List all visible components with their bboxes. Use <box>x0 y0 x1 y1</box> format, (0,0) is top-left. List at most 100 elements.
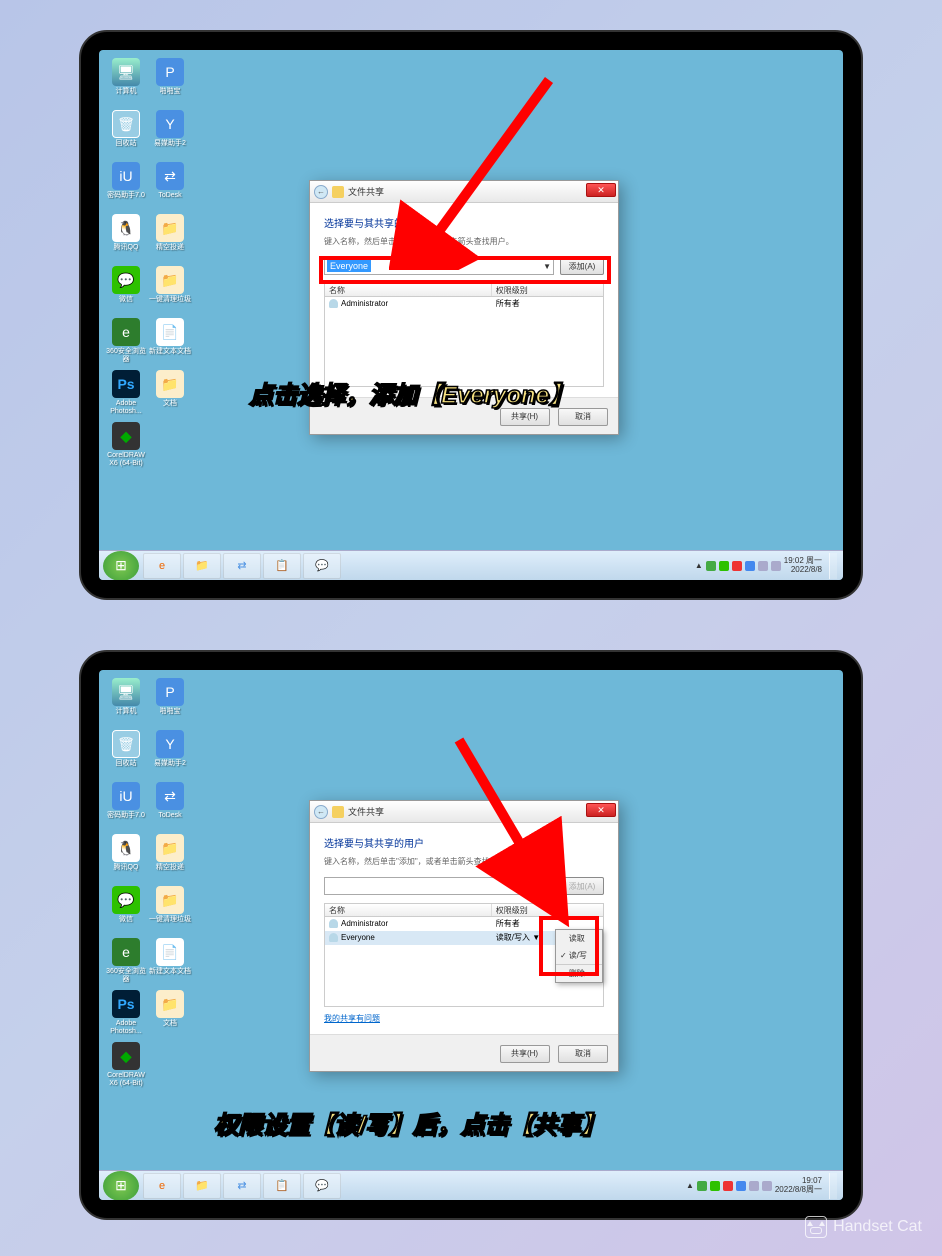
dialog-subtext: 键入名称，然后单击"添加"，或者单击箭头查找用户。 <box>324 856 604 867</box>
clock[interactable]: 19:07 2022/8/8周一 <box>775 1177 822 1195</box>
desktop-icon-docs[interactable]: 📁 文档 <box>149 370 191 420</box>
desktop-icon-mima[interactable]: iU密码助手7.0 <box>105 162 147 212</box>
task-item[interactable]: 📁 <box>183 553 221 579</box>
task-item[interactable]: e <box>143 553 181 579</box>
back-icon[interactable]: ← <box>314 185 328 199</box>
desktop-icon-todesk[interactable]: ⇄ToDesk <box>149 782 191 832</box>
desktop-icon-mima[interactable]: iU密码助手7.0 <box>105 782 147 832</box>
tray-icon[interactable] <box>697 1181 707 1191</box>
desktop-icon-computer[interactable]: 🖥计算机 <box>105 678 147 728</box>
desktop-icon-recycle[interactable]: 🗑回收站 <box>105 110 147 160</box>
icon-label: 文档 <box>149 400 191 408</box>
start-button[interactable]: ⊞ <box>103 551 139 581</box>
table-row[interactable]: Administrator 所有者 <box>325 297 603 311</box>
trouble-link[interactable]: 我的共享有问题 <box>324 1013 604 1024</box>
task-item[interactable]: e <box>143 1173 181 1199</box>
icon-label: 新建文本文档 <box>149 968 191 976</box>
tray-icon[interactable] <box>745 561 755 571</box>
docs-icon: 📁 <box>156 370 184 398</box>
desktop-icon-yijian[interactable]: 📁一键清理垃圾 <box>149 266 191 316</box>
icon-label: 回收站 <box>105 760 147 768</box>
task-item[interactable]: 💬 <box>303 553 341 579</box>
desktop-icon-yimei[interactable]: Y易媒助手2 <box>149 110 191 160</box>
icon-label: CorelDRAW X6 (64-Bit) <box>105 1072 147 1087</box>
tray-expand-icon[interactable]: ▲ <box>695 561 703 570</box>
close-button[interactable]: ✕ <box>586 803 616 817</box>
tray-expand-icon[interactable]: ▲ <box>686 1181 694 1190</box>
user-combobox[interactable]: Everyone ▼ <box>324 257 554 275</box>
add-button[interactable]: 添加(A) <box>560 257 604 275</box>
chevron-down-icon[interactable]: ▼ <box>543 262 551 271</box>
desktop-icon-recycle[interactable]: 🗑 回收站 <box>105 730 147 780</box>
desktop-icon-computer[interactable]: 🖥计算机 <box>105 58 147 108</box>
icon-label: 计算机 <box>105 88 147 96</box>
user-icon <box>329 933 338 942</box>
desktop-icon-cdr[interactable]: ◆CorelDRAW X6 (64-Bit) <box>105 422 147 472</box>
desktop-icon-yimei[interactable]: Y易媒助手2 <box>149 730 191 780</box>
icon-label: CorelDRAW X6 (64-Bit) <box>105 452 147 467</box>
icon-label: Adobe Photosh... <box>105 1020 147 1035</box>
show-desktop-button[interactable] <box>829 1173 837 1199</box>
desktop-icon-yijian[interactable]: 📁一键清理垃圾 <box>149 886 191 936</box>
tray-icon[interactable] <box>710 1181 720 1191</box>
task-item[interactable]: ⇄ <box>223 553 261 579</box>
task-item[interactable]: 📋 <box>263 1173 301 1199</box>
menu-item-readwrite[interactable]: ✓读/写 <box>556 947 602 964</box>
volume-icon[interactable] <box>762 1181 772 1191</box>
network-icon[interactable] <box>749 1181 759 1191</box>
user-icon <box>329 299 338 308</box>
list-header: 名称 权限级别 <box>324 903 604 917</box>
tray-icon[interactable] <box>723 1181 733 1191</box>
back-icon[interactable]: ← <box>314 805 328 819</box>
desktop-icon-docs[interactable]: 📁文档 <box>149 990 191 1040</box>
close-button[interactable]: ✕ <box>586 183 616 197</box>
dialog-footer: 共享(H) 取消 <box>310 1034 618 1071</box>
tray-icon[interactable] <box>736 1181 746 1191</box>
cancel-button[interactable]: 取消 <box>558 1045 608 1063</box>
cancel-button[interactable]: 取消 <box>558 408 608 426</box>
desktop-icon-ps[interactable]: PsAdobe Photosh... <box>105 990 147 1040</box>
add-button[interactable]: 添加(A) <box>560 877 604 895</box>
icon-label: ToDesk <box>149 192 191 200</box>
row-name: Administrator <box>341 919 388 928</box>
desktop-icon-qq[interactable]: 🐧腾讯QQ <box>105 214 147 264</box>
desktop-icon-cdr[interactable]: ◆CorelDRAW X6 (64-Bit) <box>105 1042 147 1092</box>
desktop-icon-jingkong[interactable]: 📁精空投递 <box>149 214 191 264</box>
desktop-icon-jingkong[interactable]: 📁精空投递 <box>149 834 191 884</box>
tray-icon[interactable] <box>706 561 716 571</box>
share-button[interactable]: 共享(H) <box>500 408 550 426</box>
computer-icon: 🖥 <box>112 678 140 706</box>
clock[interactable]: 19:02 周一 2022/8/8 <box>784 557 822 575</box>
desktop-icon-ps[interactable]: PsAdobe Photosh... <box>105 370 147 420</box>
chevron-down-icon[interactable]: ▼ <box>543 882 551 891</box>
task-item[interactable]: 📋 <box>263 553 301 579</box>
recycle-icon: 🗑 <box>112 730 140 758</box>
desktop-icon-todesk[interactable]: ⇄ToDesk <box>149 162 191 212</box>
desktop-icon-qq[interactable]: 🐧腾讯QQ <box>105 834 147 884</box>
newtxt-icon: 📄 <box>156 318 184 346</box>
start-button[interactable]: ⊞ <box>103 1171 139 1201</box>
docs-icon: 📁 <box>156 990 184 1018</box>
desktop-icon-360[interactable]: e360安全浏览器 <box>105 938 147 988</box>
desktop-icon-papasou[interactable]: P啪啪宝 <box>149 678 191 728</box>
tray-icon[interactable] <box>732 561 742 571</box>
share-button[interactable]: 共享(H) <box>500 1045 550 1063</box>
network-icon[interactable] <box>758 561 768 571</box>
task-item[interactable]: 📁 <box>183 1173 221 1199</box>
tray-icon[interactable] <box>719 561 729 571</box>
desktop-icon-newtxt[interactable]: 📄新建文本文档 <box>149 938 191 988</box>
mima-icon: iU <box>112 782 140 810</box>
volume-icon[interactable] <box>771 561 781 571</box>
chevron-down-icon[interactable]: ▼ <box>532 933 540 942</box>
desktop-icon-wechat[interactable]: 💬微信 <box>105 266 147 316</box>
task-item[interactable]: 💬 <box>303 1173 341 1199</box>
menu-item-remove[interactable]: ✓删除 <box>556 964 602 982</box>
show-desktop-button[interactable] <box>829 553 837 579</box>
task-item[interactable]: ⇄ <box>223 1173 261 1199</box>
desktop-icon-newtxt[interactable]: 📄新建文本文档 <box>149 318 191 368</box>
menu-item-read[interactable]: ✓读取 <box>556 930 602 947</box>
desktop-icon-papasou[interactable]: P啪啪宝 <box>149 58 191 108</box>
user-combobox[interactable]: ▼ <box>324 877 554 895</box>
desktop-icon-wechat[interactable]: 💬微信 <box>105 886 147 936</box>
desktop-icon-360[interactable]: e360安全浏览器 <box>105 318 147 368</box>
